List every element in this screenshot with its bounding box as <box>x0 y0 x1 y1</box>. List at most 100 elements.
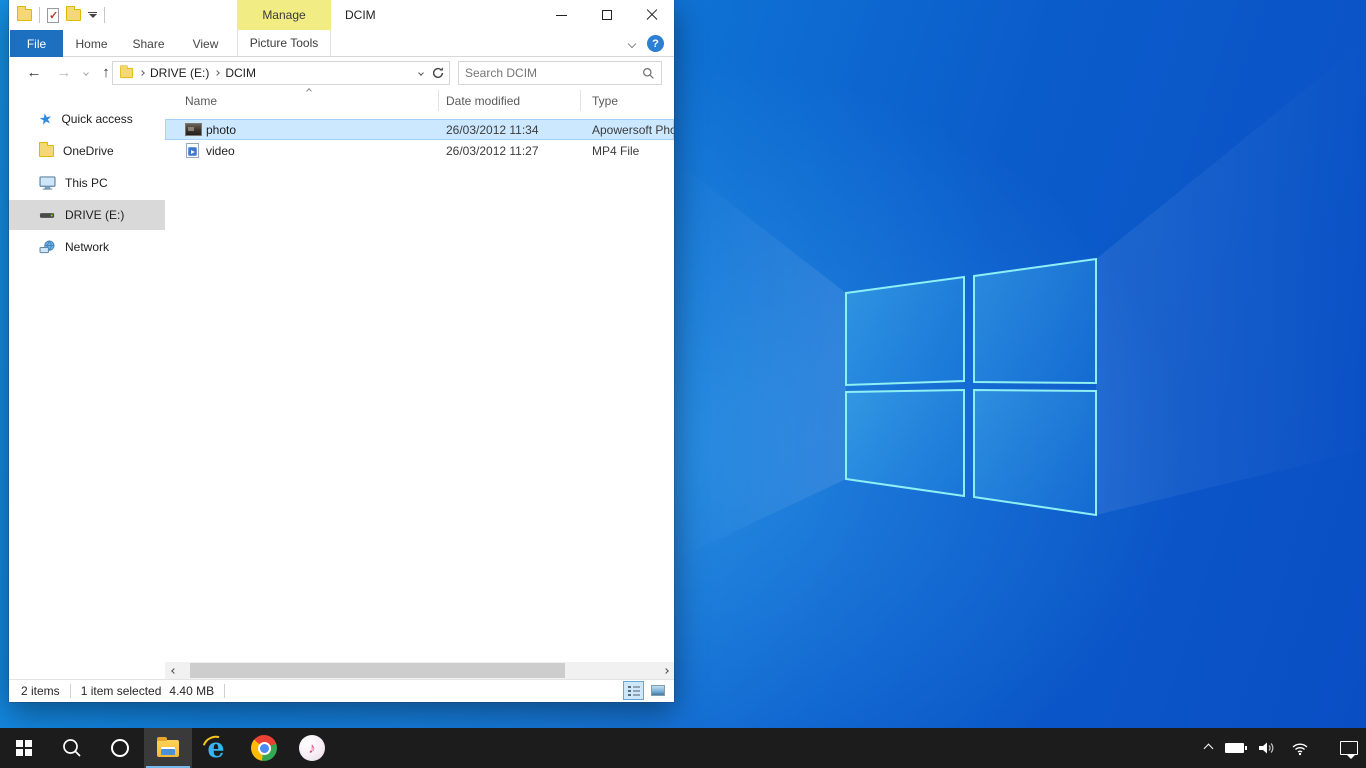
hidden-icons-chevron-icon[interactable] <box>1204 743 1214 753</box>
expand-ribbon-icon[interactable] <box>628 39 636 47</box>
system-tray <box>1205 728 1310 768</box>
sidebar-item-network[interactable]: Network <box>9 232 165 262</box>
volume-icon[interactable] <box>1257 739 1277 757</box>
scrollbar-thumb[interactable] <box>190 663 565 678</box>
taskbar-internet-explorer-button[interactable]: e <box>192 728 240 768</box>
sidebar-item-label: OneDrive <box>63 144 114 158</box>
breadcrumb-chevron-icon[interactable] <box>215 70 221 76</box>
tab-view[interactable]: View <box>177 30 234 57</box>
windows-logo-icon <box>16 740 32 756</box>
scroll-right-arrow[interactable] <box>657 662 674 679</box>
refresh-icon[interactable] <box>431 66 445 80</box>
selection-count: 1 item selected <box>81 684 162 698</box>
address-folder-icon <box>120 68 133 78</box>
taskbar-chrome-button[interactable] <box>240 728 288 768</box>
onedrive-folder-icon <box>39 145 54 157</box>
file-name: video <box>206 144 235 158</box>
taskbar-search-button[interactable] <box>48 728 96 768</box>
navigation-pane: ★ Quick access OneDrive This PC <box>9 88 165 662</box>
cortana-button[interactable] <box>96 728 144 768</box>
search-box[interactable] <box>458 61 662 85</box>
sidebar-item-label: DRIVE (E:) <box>65 208 124 222</box>
this-pc-monitor-icon <box>39 176 56 190</box>
search-input[interactable] <box>459 66 642 80</box>
file-row-video[interactable]: video 26/03/2012 11:27 MP4 File <box>165 140 674 161</box>
contextual-tab-group-manage[interactable]: Manage <box>237 0 331 30</box>
horizontal-scrollbar[interactable] <box>165 662 674 679</box>
usb-drive-icon <box>39 210 56 220</box>
wifi-icon[interactable] <box>1290 740 1310 756</box>
scroll-left-arrow[interactable] <box>165 662 182 679</box>
tab-share[interactable]: Share <box>120 30 177 57</box>
tab-home[interactable]: Home <box>63 30 120 57</box>
sidebar-item-quick-access[interactable]: ★ Quick access <box>9 104 165 134</box>
search-icon[interactable] <box>642 67 655 80</box>
file-type: Apowersoft Pho <box>592 123 674 137</box>
file-explorer-icon <box>157 740 179 757</box>
file-row-photo[interactable]: photo 26/03/2012 11:34 Apowersoft Pho <box>165 119 674 140</box>
battery-icon[interactable] <box>1225 743 1244 753</box>
column-header-date-modified[interactable]: Date modified <box>446 88 520 113</box>
details-view-button[interactable] <box>623 681 644 700</box>
tab-picture-tools[interactable]: Picture Tools <box>237 30 331 56</box>
maximize-button[interactable] <box>584 0 629 30</box>
breadcrumb-drive[interactable]: DRIVE (E:) <box>150 66 209 80</box>
title-bar[interactable]: Manage DCIM <box>9 0 674 30</box>
start-button[interactable] <box>0 728 48 768</box>
close-icon <box>646 9 658 21</box>
file-explorer-window: Manage DCIM File Home Share View Picture… <box>9 0 674 702</box>
breadcrumb-dcim[interactable]: DCIM <box>225 66 256 80</box>
file-list-pane: Name Date modified Type photo 26/03/2012… <box>165 88 674 662</box>
address-dropdown-icon[interactable] <box>418 70 424 76</box>
column-header-type[interactable]: Type <box>592 88 618 113</box>
window-title: DCIM <box>345 0 376 30</box>
qat-separator <box>39 7 40 23</box>
qat-properties-icon[interactable] <box>47 8 59 23</box>
sort-ascending-icon <box>306 88 312 94</box>
status-bar: 2 items 1 item selected 4.40 MB <box>9 679 674 702</box>
file-date-modified: 26/03/2012 11:27 <box>446 144 539 158</box>
quick-access-toolbar <box>17 0 105 30</box>
status-separator <box>224 684 225 698</box>
qat-separator <box>104 7 105 23</box>
breadcrumb-chevron-icon[interactable] <box>139 70 145 76</box>
column-headers: Name Date modified Type <box>165 88 674 113</box>
taskbar: e ♪ <box>0 728 1366 768</box>
taskbar-file-explorer-button[interactable] <box>144 728 192 768</box>
column-separator[interactable] <box>580 90 581 111</box>
action-center-button[interactable] <box>1340 728 1358 768</box>
qat-customize-dropdown-icon[interactable] <box>88 12 97 19</box>
column-separator[interactable] <box>438 90 439 111</box>
sidebar-item-label: This PC <box>65 176 108 190</box>
forward-button[interactable]: → <box>53 57 75 88</box>
sidebar-item-drive-e[interactable]: DRIVE (E:) <box>9 200 165 230</box>
taskbar-itunes-button[interactable]: ♪ <box>288 728 336 768</box>
mp4-file-icon <box>186 143 199 158</box>
minimize-button[interactable] <box>539 0 584 30</box>
windows-logo-wallpaper <box>674 0 1366 728</box>
status-separator <box>70 684 71 698</box>
item-count: 2 items <box>21 684 60 698</box>
recent-locations-icon[interactable] <box>75 57 97 88</box>
close-button[interactable] <box>629 0 674 30</box>
help-icon[interactable]: ? <box>647 35 664 52</box>
selection-size: 4.40 MB <box>169 684 214 698</box>
sidebar-item-onedrive[interactable]: OneDrive <box>9 136 165 166</box>
column-header-name[interactable]: Name <box>185 88 217 113</box>
qat-folder-icon[interactable] <box>17 9 32 21</box>
action-center-icon <box>1340 741 1358 755</box>
sidebar-item-this-pc[interactable]: This PC <box>9 168 165 198</box>
back-button[interactable]: ← <box>23 57 45 88</box>
internet-explorer-icon: e <box>202 734 230 762</box>
qat-new-folder-icon[interactable] <box>66 9 81 21</box>
explorer-content: ★ Quick access OneDrive This PC <box>9 88 674 662</box>
large-icons-view-button[interactable] <box>647 681 668 700</box>
tab-file[interactable]: File <box>10 30 63 57</box>
address-bar[interactable]: DRIVE (E:) DCIM <box>112 61 450 85</box>
file-type: MP4 File <box>592 144 639 158</box>
search-icon <box>61 737 83 759</box>
minimize-icon <box>556 15 567 16</box>
photo-thumbnail-icon <box>185 123 202 136</box>
large-icons-view-icon <box>651 685 665 696</box>
sidebar-item-label: Network <box>65 240 109 254</box>
